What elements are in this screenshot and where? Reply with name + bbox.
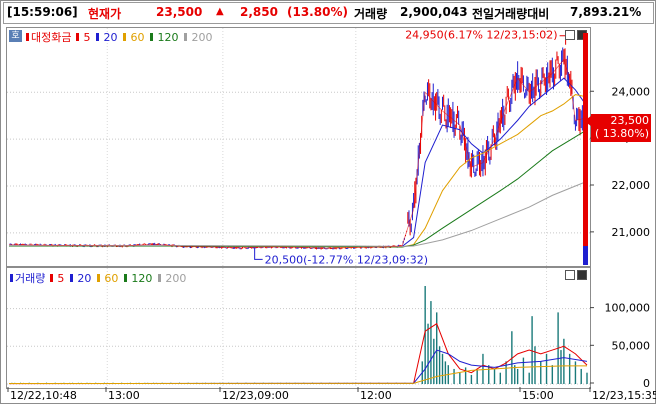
time-tick-label: 12/23,15:35	[592, 389, 656, 402]
current-price: 23,500	[156, 5, 203, 19]
ma-line-20	[8, 77, 588, 248]
volume-tick-label: 100,000	[605, 302, 651, 315]
legend-item-ma120: 120	[149, 31, 180, 44]
volume-chart	[7, 268, 590, 388]
legend-item-ma60: 60	[122, 31, 146, 44]
time-tick-label: 12/23,09:00	[222, 389, 289, 402]
tag-icon[interactable]: 호	[9, 30, 22, 42]
price-panel[interactable]: 24,950(6.17% 12/23,15:02) 20,500(-12.77% …	[6, 27, 591, 267]
time-tick-label: 15:00	[522, 389, 554, 402]
volume-label: 거래량	[354, 7, 388, 21]
legend-item-ma20: 20	[95, 31, 119, 44]
low-pointer	[254, 248, 263, 260]
legend-item-ma5: 5	[75, 31, 92, 44]
legend-marker-icon	[10, 274, 13, 282]
current-price-tag: 23,500 ( 13.80%)	[591, 114, 651, 142]
quote-header: [15:59:06] 현재가 23,500 ▲ 2,850 (13.80%) 거…	[3, 2, 654, 24]
legend-marker-icon	[26, 33, 29, 41]
close-icon[interactable]	[577, 270, 587, 280]
price-legend: 대정화금 5 20 60 120 200	[26, 29, 214, 45]
price-pointer-icon	[584, 116, 591, 126]
price-scale-bar	[583, 33, 588, 265]
time-tick-label: 12/22,10:48	[10, 389, 77, 402]
volume-value: 2,900,043	[400, 5, 468, 19]
legend-item-ma200: 200	[183, 31, 214, 44]
time-tick-label: 13:00	[108, 389, 140, 402]
up-arrow-icon: ▲	[216, 6, 224, 17]
minimize-icon[interactable]	[565, 30, 575, 40]
time-tick-label: 12:00	[360, 389, 392, 402]
ma-line-5	[8, 58, 588, 249]
volume-tick-label: 50,000	[612, 339, 651, 352]
legend-item-ma200: 200	[157, 272, 188, 285]
legend-item-ma5: 5	[49, 272, 66, 285]
low-annotation: 20,500(-12.77% 12/23,09:32)	[265, 253, 428, 266]
legend-item-ma60: 60	[96, 272, 120, 285]
volume-legend-title: 거래량	[15, 272, 46, 285]
legend-title: 대정화금	[31, 31, 72, 44]
price-axis: 24,00023,00022,00021,000	[590, 85, 651, 239]
ma-line-120	[9, 129, 588, 248]
prev-volume-ratio: 7,893.21%	[570, 5, 642, 19]
high-annotation: 24,950(6.17% 12/23,15:02)	[405, 29, 557, 42]
price-tick-label: 22,000	[612, 179, 651, 192]
price-change-pct: (13.80%)	[287, 5, 348, 19]
minimize-icon[interactable]	[565, 270, 575, 280]
price-scale-blue	[583, 246, 588, 265]
price-change: 2,850	[240, 5, 278, 19]
legend-item-ma120: 120	[123, 272, 154, 285]
volume-legend: 거래량 5 20 60 120 200	[10, 270, 188, 286]
price-tick-label: 24,000	[612, 85, 651, 98]
price-chart: 24,950(6.17% 12/23,15:02) 20,500(-12.77% …	[7, 28, 590, 266]
time-axis: 12/22,10:48 13:00 12/23,09:00 12:00 15:00 12/…	[7, 387, 656, 402]
prev-volume-ratio-label: 전일거래량대비	[472, 7, 550, 21]
legend-item-ma20: 20	[69, 272, 93, 285]
current-price-pct: ( 13.80%)	[594, 127, 649, 140]
current-price-value: 23,500	[610, 114, 650, 127]
price-tick-label: 21,000	[612, 226, 651, 239]
quote-time: [15:59:06]	[7, 5, 78, 19]
price-label: 현재가	[88, 7, 122, 21]
volume-panel[interactable]: 거래량 5 20 60 120 200	[6, 267, 591, 389]
volume-axis: 100,00050,0000	[590, 302, 651, 389]
